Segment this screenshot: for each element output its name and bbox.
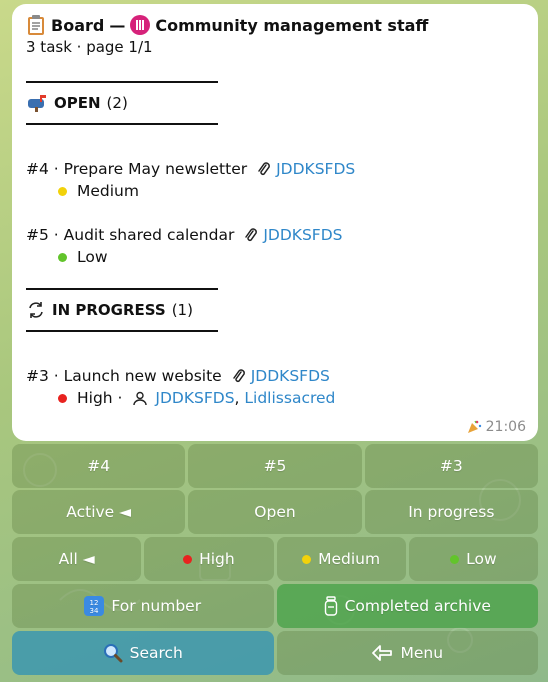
priority-medium-dot xyxy=(302,554,312,564)
task-5-button[interactable]: #5 xyxy=(188,444,362,488)
section-progress-count: (1) xyxy=(171,301,193,319)
task-priority: Low xyxy=(77,248,108,266)
task-id: #4 xyxy=(26,160,49,178)
button-label: #5 xyxy=(263,457,287,475)
button-label: #3 xyxy=(439,457,463,475)
priority-high-dot xyxy=(183,554,193,564)
button-label: In progress xyxy=(408,503,495,521)
magnifier-icon xyxy=(103,643,123,663)
search-button[interactable]: Search xyxy=(12,631,274,675)
paperclip-icon xyxy=(232,368,246,384)
board-label: Board xyxy=(51,15,105,35)
filter-open-button[interactable]: Open xyxy=(188,490,362,534)
task-assignee-link[interactable]: JDDKSFDS xyxy=(276,160,355,178)
filter-high-button[interactable]: High xyxy=(144,537,274,581)
task-name: Launch new website xyxy=(63,367,222,385)
filter-in-progress-button[interactable]: In progress xyxy=(364,490,538,534)
filter-low-button[interactable]: Low xyxy=(408,537,538,581)
separator-dot: · xyxy=(48,160,64,178)
task-item: #3 · Launch new website JDDKSFDS High · … xyxy=(26,365,524,409)
board-message: Board — Community management staff 3 tas… xyxy=(12,4,538,441)
keyboard-row-tasks: #4 #5 #3 xyxy=(12,444,538,488)
message-time: 21:06 xyxy=(466,419,526,435)
party-popper-icon xyxy=(466,419,482,435)
task-id: #3 xyxy=(26,367,49,385)
button-label: High xyxy=(199,550,235,568)
filter-medium-button[interactable]: Medium xyxy=(276,537,406,581)
section-progress-header: IN PROGRESS (1) xyxy=(26,290,524,330)
task-count-summary: 3 task · page 1/1 xyxy=(26,38,153,56)
refresh-icon xyxy=(26,301,46,319)
task-3-button[interactable]: #3 xyxy=(364,444,538,488)
svg-text:34: 34 xyxy=(90,607,99,615)
button-label: Low xyxy=(466,550,497,568)
jar-icon xyxy=(324,596,338,616)
community-name: Community management staff xyxy=(155,15,429,35)
section-open-count: (2) xyxy=(106,94,128,112)
task-name: Prepare May newsletter xyxy=(63,160,248,178)
task-id: #5 xyxy=(26,226,49,244)
button-label: Active ◄ xyxy=(66,503,132,521)
svg-text:12: 12 xyxy=(90,599,99,607)
task-4-button[interactable]: #4 xyxy=(12,444,186,488)
numbers-1234-icon: 12 34 xyxy=(84,596,105,616)
message-title: Board — Community management staff xyxy=(26,12,524,38)
message-timestamp: 21:06 xyxy=(485,419,526,435)
completed-archive-button[interactable]: Completed archive xyxy=(276,584,538,628)
button-label: Open xyxy=(254,503,296,521)
task-assignee-link[interactable]: JDDKSFDS xyxy=(263,226,342,244)
section-open-header: OPEN (2) xyxy=(26,83,524,123)
member-link[interactable]: Lidlissacred xyxy=(244,389,335,407)
paperclip-icon xyxy=(257,161,271,177)
priority-low-dot xyxy=(58,252,67,262)
filter-all-button[interactable]: All ◄ xyxy=(12,537,142,581)
section-progress-title: IN PROGRESS xyxy=(52,301,166,319)
priority-high-dot xyxy=(58,393,67,403)
back-arrow-icon xyxy=(371,644,393,662)
mailbox-icon xyxy=(26,94,48,112)
for-number-button[interactable]: 12 34 For number xyxy=(12,584,274,628)
member-link[interactable]: JDDKSFDS xyxy=(155,389,234,407)
task-item: #4 · Prepare May newsletter JDDKSFDS Med… xyxy=(26,158,524,202)
task-assignee-link[interactable]: JDDKSFDS xyxy=(251,367,330,385)
priority-low-dot xyxy=(450,554,460,564)
keyboard-row-tools: 12 34 For number Completed archive xyxy=(12,584,538,628)
member-separator: , xyxy=(234,389,245,407)
button-label: #4 xyxy=(87,457,111,475)
button-label: Search xyxy=(129,644,183,662)
button-label: All ◄ xyxy=(58,550,95,568)
priority-medium-dot xyxy=(58,186,67,196)
separator-dot: · xyxy=(48,226,64,244)
filter-active-button[interactable]: Active ◄ xyxy=(12,490,186,534)
keyboard-row-status: Active ◄ Open In progress xyxy=(12,490,538,534)
task-item: #5 · Audit shared calendar JDDKSFDS Low xyxy=(26,224,524,268)
button-label: Medium xyxy=(318,550,381,568)
task-priority: Medium xyxy=(77,182,139,200)
separator-dot: · xyxy=(48,367,64,385)
community-logo-icon xyxy=(130,15,151,35)
person-icon xyxy=(133,391,148,406)
title-dash: — xyxy=(109,15,126,35)
button-label: Completed archive xyxy=(344,597,491,615)
keyboard-row-nav: Search Menu xyxy=(12,631,538,675)
clipboard-icon xyxy=(26,14,46,36)
button-label: For number xyxy=(111,597,202,615)
task-name: Audit shared calendar xyxy=(63,226,235,244)
button-label: Menu xyxy=(400,644,444,662)
menu-button[interactable]: Menu xyxy=(276,631,538,675)
separator-dot: · xyxy=(112,389,128,407)
keyboard-row-priority: All ◄ High Medium Low xyxy=(12,537,538,581)
section-open-title: OPEN xyxy=(54,94,101,112)
task-priority: High xyxy=(77,389,113,407)
paperclip-icon xyxy=(244,227,258,243)
